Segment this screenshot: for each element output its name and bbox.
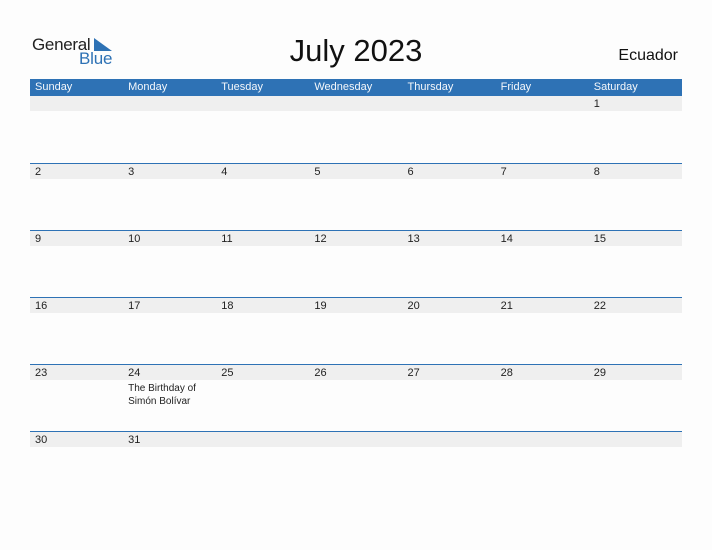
day-number: 29	[593, 367, 606, 379]
weekday-sunday: Sunday	[35, 81, 73, 93]
day-number: 27	[407, 367, 420, 379]
day-cell: 7	[496, 163, 589, 223]
weekday-header: Sunday Monday Tuesday Wednesday Thursday…	[30, 79, 682, 96]
week-row: 1	[30, 96, 682, 163]
day-cell: 19	[309, 297, 402, 357]
day-cell	[309, 431, 402, 491]
day-cell: 15	[589, 230, 682, 290]
day-cell	[216, 431, 309, 491]
day-cell: 4	[216, 163, 309, 223]
day-cell: 16	[30, 297, 123, 357]
day-number: 21	[500, 300, 513, 312]
weekday-saturday: Saturday	[593, 81, 638, 93]
day-number: 14	[500, 233, 513, 245]
day-cell: 27	[403, 364, 496, 424]
day-cell: 26	[309, 364, 402, 424]
day-cell: 14	[496, 230, 589, 290]
holiday-label: The Birthday of Simón Bolívar	[128, 383, 196, 407]
day-number: 18	[221, 300, 234, 312]
weekday-friday: Friday	[500, 81, 532, 93]
day-number: 20	[407, 300, 420, 312]
day-number: 17	[128, 300, 141, 312]
day-number: 4	[221, 166, 228, 178]
weekday-wednesday: Wednesday	[314, 81, 373, 93]
day-cell	[403, 96, 496, 156]
weekday-tuesday: Tuesday	[221, 81, 264, 93]
day-cell: 23	[30, 364, 123, 424]
day-cell	[403, 431, 496, 491]
calendar-grid: Sunday Monday Tuesday Wednesday Thursday…	[30, 79, 682, 498]
day-number: 16	[35, 300, 48, 312]
day-number: 28	[500, 367, 513, 379]
day-cell	[496, 431, 589, 491]
day-number: 26	[314, 367, 327, 379]
day-cell: 25	[216, 364, 309, 424]
day-number: 10	[128, 233, 141, 245]
day-cell: 11	[216, 230, 309, 290]
day-cell: 24 The Birthday of Simón Bolívar	[123, 364, 216, 424]
day-cell: 13	[403, 230, 496, 290]
day-number: 24	[128, 367, 141, 379]
day-number: 3	[128, 166, 135, 178]
day-number: 25	[221, 367, 234, 379]
day-cell: 6	[403, 163, 496, 223]
month-title: July 2023	[289, 33, 423, 68]
week-row: 23 24 The Birthday of Simón Bolívar 25 26 27 2…	[30, 364, 682, 431]
day-number: 5	[314, 166, 321, 178]
weekday-monday: Monday	[128, 81, 168, 93]
day-cell	[123, 96, 216, 156]
day-cell	[589, 431, 682, 491]
day-cell: 17	[123, 297, 216, 357]
day-cell: 1	[589, 96, 682, 156]
day-cell: 2	[30, 163, 123, 223]
day-cell: 20	[403, 297, 496, 357]
day-cell: 30	[30, 431, 123, 491]
day-number: 22	[593, 300, 606, 312]
week-row: 30 31	[30, 431, 682, 498]
day-cell: 5	[309, 163, 402, 223]
weekday-thursday: Thursday	[407, 81, 454, 93]
day-cell: 10	[123, 230, 216, 290]
day-number: 8	[593, 166, 600, 178]
day-number: 11	[221, 233, 233, 245]
day-cell	[309, 96, 402, 156]
day-cell: 3	[123, 163, 216, 223]
day-number: 30	[35, 434, 48, 446]
day-cell	[216, 96, 309, 156]
day-number: 19	[314, 300, 327, 312]
day-cell: 21	[496, 297, 589, 357]
day-cell: 8	[589, 163, 682, 223]
day-cell	[496, 96, 589, 156]
day-number: 15	[593, 233, 606, 245]
day-cell: 31	[123, 431, 216, 491]
day-number: 12	[314, 233, 327, 245]
day-cell	[30, 96, 123, 156]
day-number: 2	[35, 166, 42, 178]
day-number: 23	[35, 367, 48, 379]
day-cell: 29	[589, 364, 682, 424]
week-row: 16 17 18 19 20 21 22	[30, 297, 682, 364]
day-cell: 28	[496, 364, 589, 424]
day-cell: 22	[589, 297, 682, 357]
day-number: 31	[128, 434, 141, 446]
week-row: 9 10 11 12 13 14 15	[30, 230, 682, 297]
day-cell: 18	[216, 297, 309, 357]
day-number: 9	[35, 233, 42, 245]
country-label: Ecuador	[618, 47, 678, 64]
day-cell: 9	[30, 230, 123, 290]
day-number: 13	[407, 233, 420, 245]
day-number: 1	[593, 98, 600, 110]
day-number: 6	[407, 166, 414, 178]
day-cell: 12	[309, 230, 402, 290]
day-number: 7	[500, 166, 507, 178]
week-row: 2 3 4 5 6 7 8	[30, 163, 682, 230]
